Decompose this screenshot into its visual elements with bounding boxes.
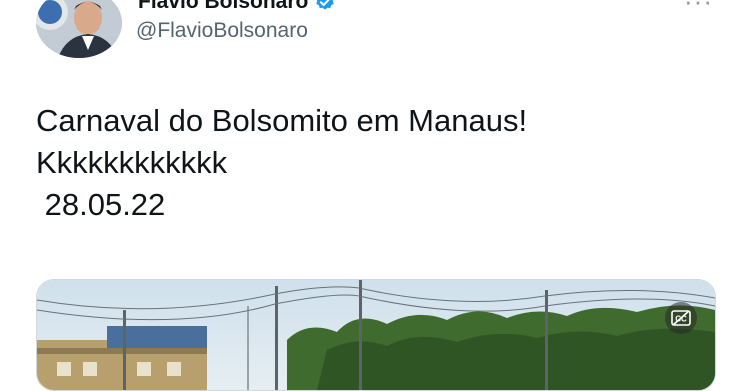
avatar[interactable] — [36, 0, 122, 58]
author-display-name[interactable]: Flavio Bolsonaro — [138, 0, 308, 14]
video-thumbnail[interactable]: CC — [36, 279, 716, 391]
closed-captions-icon[interactable]: CC — [665, 302, 697, 334]
verified-badge-icon — [314, 0, 336, 13]
author-handle[interactable]: @FlavioBolsonaro — [136, 19, 308, 43]
more-icon[interactable]: ··· — [684, 0, 713, 17]
tweet-text: Carnaval do Bolsomito em Manaus! Kkkkkkk… — [36, 103, 528, 222]
author-name[interactable]: Flavio Bolsonaro — [138, 0, 336, 14]
